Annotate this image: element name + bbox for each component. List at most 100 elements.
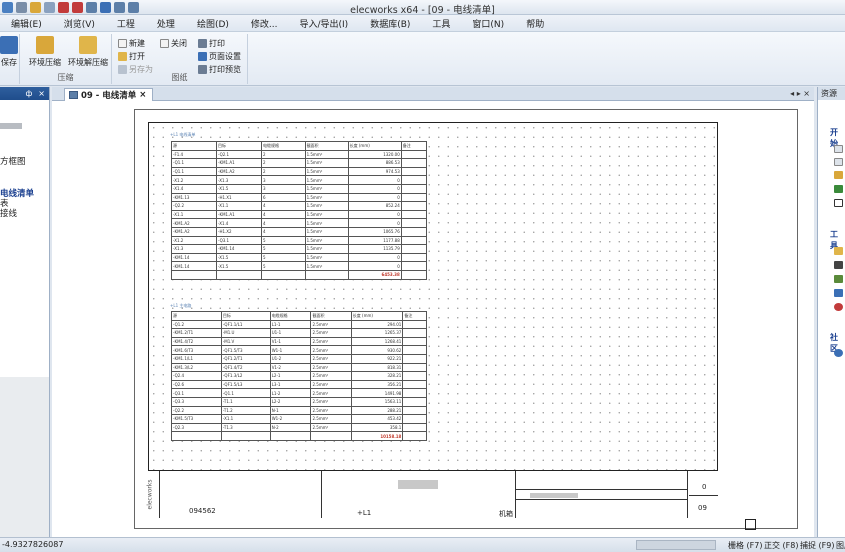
close-icon[interactable]: × [38, 89, 45, 98]
open-button[interactable]: 打开 [118, 51, 145, 62]
left-panel: ф × 方框图 电线清单 表 接线 [0, 87, 50, 537]
tab-nav-arrows[interactable]: ◂ ▸ × [790, 89, 810, 98]
menu-item[interactable]: 编辑(E) [0, 17, 53, 30]
ortho-toggle[interactable]: 正交 (F8) [764, 540, 798, 551]
close-button[interactable]: 关闭 [160, 38, 187, 49]
table-cell: 1.5mm² [304, 244, 349, 254]
folder-icon[interactable] [834, 171, 843, 179]
menu-item[interactable]: 绘图(D) [186, 17, 240, 30]
save-button[interactable]: 保存 [0, 36, 18, 68]
table-row[interactable]: -X1.2 -X1.3 3 1.5mm² 0 [171, 175, 428, 185]
table-row[interactable]: -KM1.4/T2 -M1.V V1-1 2.5mm² 1268.41 [171, 336, 427, 347]
table-row[interactable]: -Q2.2 -X1.1 4 1.5mm² 852.24 [171, 201, 428, 211]
table-cell: 5 [261, 235, 306, 246]
table-cell: 5 [261, 261, 306, 271]
table-cell: 0 [347, 252, 402, 263]
layer-toggle[interactable]: 图层 [836, 540, 845, 551]
tab-close-icon[interactable]: × [139, 90, 146, 100]
column-header: 目标 [216, 141, 262, 151]
table-row[interactable]: -KM1.5/T3 -X1.1 W1-2 2.5mm² 453.42 [171, 414, 427, 424]
tool-icon[interactable] [834, 247, 843, 255]
table-row[interactable]: -Q3.1 -Q1.1 L1-2 2.5mm² 1491.98 [171, 388, 427, 398]
wire-table-2[interactable]: 源目标 电缆规格 截面积 长度 (mm) 备注 -Q1.2 -QF1.1/L1 L1-1 2.5… [171, 311, 427, 441]
table-row[interactable]: -Q2.3 -T1.3 N-2 2.5mm² 358.1 [171, 422, 427, 433]
menu-item[interactable]: 数据库(B) [359, 17, 421, 30]
table-row[interactable]: -Q2.2 -T1.2 N-1 2.5mm² 288.21 [171, 405, 427, 416]
table-row[interactable]: -KM1.1/L1 -QF1.2/T1 U1-2 2.5mm² 922.21 [171, 353, 427, 364]
grid-toggle[interactable]: 栅格 (F7) [728, 540, 762, 551]
table-row[interactable]: -X1.3 -KM1.14 5 1.5mm² 1135.79 [171, 244, 428, 254]
table-row[interactable]: -KM1.6/T3 -QF1.5/T3 W1-1 2.5mm² 930.62 [171, 345, 427, 355]
table-header-row: 源目标 电缆规格 截面积 长度 (mm) 备注 [171, 311, 427, 321]
drawing-canvas[interactable]: +L1 电线清单 源目标 电缆规格 截面积 长度 (mm) 备注 -F1.4 -Q2.1 2 1… [52, 101, 814, 537]
table-cell: 974.53 [347, 166, 402, 177]
table-cell [400, 235, 428, 246]
page-setup-button[interactable]: 页面设置 [198, 51, 241, 62]
table-row[interactable]: -KM1.13 -H1.X1 6 1.5mm² 0 [171, 192, 428, 203]
table-header-row: 源目标 电缆规格 截面积 长度 (mm) 备注 [171, 141, 428, 151]
table-cell: -Q2.6 [171, 379, 222, 390]
tree-item-wiring[interactable]: 接线 [0, 207, 17, 219]
table-row[interactable]: -KM1.A2 -H1.X2 4 1.5mm² 1065.76 [171, 226, 428, 237]
table-cell: -X1.1 [216, 201, 262, 211]
table-cell: -KM1.2/T1 [171, 328, 222, 338]
table-row[interactable]: -Q2.6 -QF1.5/L3 L3-1 2.5mm² 356.21 [171, 379, 427, 390]
table-row[interactable]: -Q1.1 -KM1.A1 2 1.5mm² 886.53 [171, 158, 428, 168]
menu-item[interactable]: 工程 [106, 17, 146, 30]
table-row[interactable]: -Q3.3 -T1.1 L2-2 2.5mm² 1563.11 [171, 396, 427, 407]
table-row[interactable]: -KM1.2/T1 -M1.U U1-1 2.5mm² 1265.37 [171, 328, 427, 338]
table-row[interactable]: -X1.2 -Q3.1 5 1.5mm² 1177.88 [171, 235, 428, 246]
menu-item[interactable]: 浏览(V) [53, 17, 106, 30]
table-cell: 0 [347, 209, 402, 220]
menu-item[interactable]: 导入/导出(I) [288, 17, 359, 30]
tree-item-block-diagram[interactable]: 方框图 [0, 155, 26, 167]
table-row[interactable]: -KM1.A2 -X1.4 4 1.5mm² 0 [171, 218, 428, 228]
table-cell [400, 218, 428, 228]
table-cell: -Q2.2 [171, 201, 217, 211]
menu-item[interactable]: 处理 [146, 17, 186, 30]
table-cell [400, 226, 428, 237]
table-cell [400, 158, 428, 168]
doc-icon[interactable] [834, 158, 843, 166]
table-cell [216, 269, 262, 280]
table-row[interactable]: -Q1.2 -QF1.1/L1 L1-1 2.5mm² 294.01 [171, 319, 427, 330]
wire-table-1[interactable]: 源目标 电缆规格 截面积 长度 (mm) 备注 -F1.4 -Q2.1 2 1.5mm² 1320… [171, 141, 428, 280]
community-icon[interactable] [834, 349, 843, 357]
project-icon[interactable] [834, 185, 843, 193]
table-row[interactable]: -KM1.3/L2 -QF1.4/T2 V1-2 2.5mm² 818.31 [171, 362, 427, 373]
table-cell: N-2 [269, 422, 312, 433]
pin-icon[interactable]: ф [25, 89, 32, 98]
table-row[interactable]: -KM1.14 -X1.5 5 1.5mm² 0 [171, 252, 428, 263]
help-icon[interactable] [834, 303, 843, 311]
decompress-button[interactable]: 环境解压缩 [66, 36, 110, 68]
table-cell [261, 269, 306, 280]
table-row[interactable]: -Q2.4 -QF1.3/L2 L2-1 2.5mm² 328.21 [171, 371, 427, 381]
compress-button[interactable]: 环境压缩 [24, 36, 66, 68]
print-button[interactable]: 打印 [198, 38, 225, 49]
tool-icon[interactable] [834, 261, 843, 269]
tool-icon[interactable] [834, 289, 843, 297]
tab-wire-list[interactable]: 09 - 电线清单 × [64, 88, 154, 101]
table-row[interactable]: -X1.4 -X1.5 3 1.5mm² 0 [171, 183, 428, 194]
table-row[interactable]: -F1.4 -Q2.1 2 1.5mm² 1320.00 [171, 149, 428, 160]
menu-item[interactable]: 窗口(N) [461, 17, 515, 30]
menu-item[interactable]: 工具 [421, 17, 461, 30]
table-cell: 2.5mm² [310, 379, 352, 390]
snap-toggle[interactable]: 捕捉 (F9) [800, 540, 834, 551]
tool-icon[interactable] [834, 275, 843, 283]
table-cell: -X1.2 [171, 175, 217, 185]
open-folder-icon [118, 52, 127, 61]
doc-icon[interactable] [834, 145, 843, 153]
menu-item[interactable]: 帮助 [515, 17, 555, 30]
page-setup-icon [198, 52, 207, 61]
menu-item[interactable]: 修改... [240, 17, 289, 30]
table-cell: 2.5mm² [310, 328, 352, 338]
table-row[interactable]: -KM1.14 -X1.5 5 1.5mm² 0 [171, 261, 428, 271]
table-cell: 2.5mm² [310, 414, 352, 424]
new-button[interactable]: 新建 [118, 38, 145, 49]
table-cell: -QF1.3/L2 [220, 371, 271, 381]
drive-icon[interactable] [834, 199, 843, 207]
table-row[interactable]: -Q1.1 -KM1.A2 2 1.5mm² 974.53 [171, 166, 428, 177]
table-row[interactable]: -X1.1 -KM1.A1 4 1.5mm² 0 [171, 209, 428, 220]
table-cell: 1.5mm² [304, 218, 349, 228]
